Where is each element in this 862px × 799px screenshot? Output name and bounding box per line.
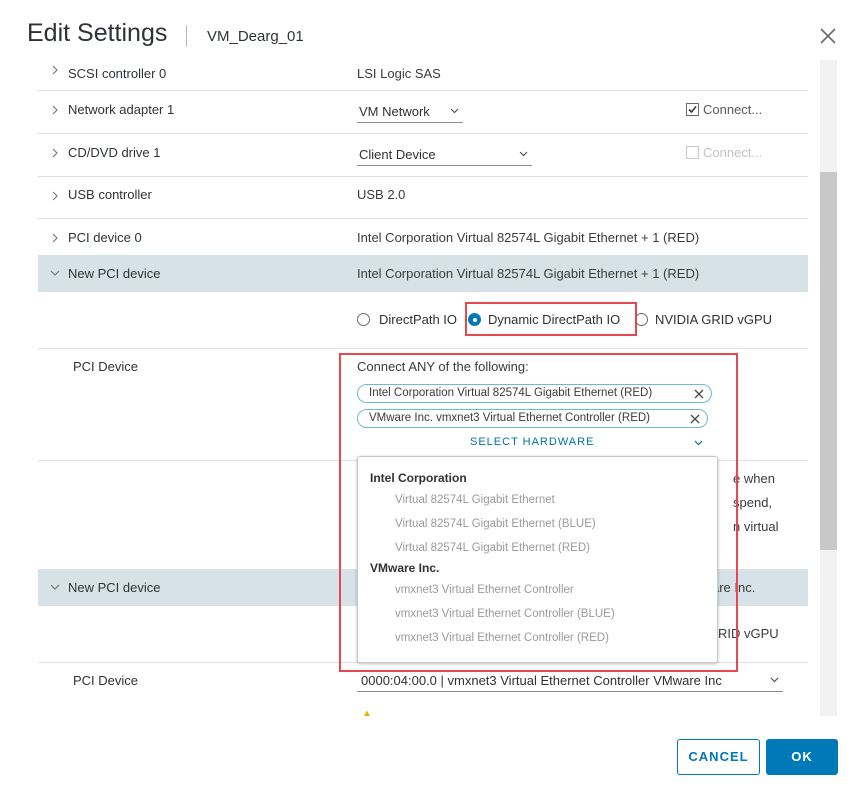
- row-usb-controller[interactable]: USB controller USB 2.0: [38, 176, 808, 219]
- row-label: USB controller: [68, 187, 152, 202]
- row-new-pci-device-1[interactable]: New PCI device Intel Corporation Virtual…: [38, 255, 808, 292]
- row-label: New PCI device: [68, 266, 161, 281]
- network-connect-label[interactable]: Connect...: [703, 102, 762, 117]
- network-select-value: VM Network: [359, 104, 430, 119]
- row-label: PCI device 0: [68, 230, 142, 245]
- pci-device-label: PCI Device: [73, 673, 139, 688]
- network-select[interactable]: VM Network: [357, 102, 463, 123]
- annotation-box-dynamic-directpath: [465, 302, 637, 336]
- note-fragment: n virtual: [733, 519, 779, 534]
- pci-mode-radio-row[interactable]: DirectPath IO Dynamic DirectPath IO NVID…: [38, 291, 808, 349]
- network-connect-checkbox[interactable]: [686, 103, 699, 116]
- cd-dvd-select[interactable]: Client Device: [357, 145, 532, 166]
- annotation-box-hardware-selection: [339, 353, 738, 672]
- chevron-down-icon: [450, 108, 459, 114]
- warning-icon: [363, 710, 371, 716]
- cancel-button[interactable]: CANCEL: [677, 739, 760, 775]
- note-fragment: e when: [733, 471, 775, 486]
- title-divider: [186, 25, 187, 47]
- cd-dvd-connect-label[interactable]: Connect...: [703, 145, 762, 160]
- chevron-right-icon[interactable]: [50, 148, 60, 158]
- row-value: Intel Corporation Virtual 82574L Gigabit…: [357, 230, 700, 245]
- note-fragment: spend,: [733, 495, 773, 510]
- radio-directpath-io[interactable]: [357, 313, 370, 326]
- row-label: Network adapter 1: [68, 102, 175, 117]
- radio-label-nvidia-grid-vgpu[interactable]: NVIDIA GRID vGPU: [655, 312, 772, 327]
- chevron-down-icon[interactable]: [50, 268, 60, 278]
- chevron-right-icon[interactable]: [50, 191, 60, 201]
- chevron-right-icon[interactable]: [50, 105, 60, 115]
- chevron-down-icon[interactable]: [50, 582, 60, 592]
- row-label: New PCI device: [68, 580, 161, 595]
- checkmark-icon: [688, 105, 697, 114]
- pci-device-label: PCI Device: [73, 359, 139, 374]
- pci-device-select-value: 0000:04:00.0 | vmxnet3 Virtual Ethernet …: [361, 673, 722, 688]
- row-cd-dvd-drive[interactable]: CD/DVD drive 1 Client Device Connect...: [38, 133, 808, 177]
- row-network-adapter[interactable]: Network adapter 1 VM Network Connect...: [38, 90, 808, 134]
- row-value: LSI Logic SAS: [357, 66, 441, 81]
- row-value: USB 2.0: [357, 187, 406, 202]
- row-pci-device-0[interactable]: PCI device 0 Intel Corporation Virtual 8…: [38, 218, 808, 256]
- cd-dvd-select-value: Client Device: [359, 147, 436, 162]
- pci-device-select[interactable]: 0000:04:00.0 | vmxnet3 Virtual Ethernet …: [357, 671, 783, 692]
- row-value: Intel Corporation Virtual 82574L Gigabit…: [357, 266, 700, 281]
- radio-label-directpath-io[interactable]: DirectPath IO: [379, 312, 457, 327]
- vm-name: VM_Dearg_01: [207, 28, 304, 45]
- chevron-right-icon[interactable]: [50, 233, 60, 243]
- cd-dvd-connect-checkbox[interactable]: [686, 146, 699, 159]
- chevron-right-icon[interactable]: [50, 65, 60, 75]
- dialog-title: Edit Settings: [27, 19, 168, 47]
- row-scsi-controller[interactable]: SCSI controller 0 LSI Logic SAS: [38, 60, 808, 91]
- ok-button[interactable]: OK: [766, 739, 838, 775]
- close-icon[interactable]: [817, 25, 839, 47]
- row-label: SCSI controller 0: [68, 66, 167, 81]
- chevron-down-icon: [519, 151, 528, 157]
- row-label: CD/DVD drive 1: [68, 145, 161, 160]
- scrollbar-thumb[interactable]: [820, 172, 837, 550]
- chevron-down-icon: [770, 677, 779, 683]
